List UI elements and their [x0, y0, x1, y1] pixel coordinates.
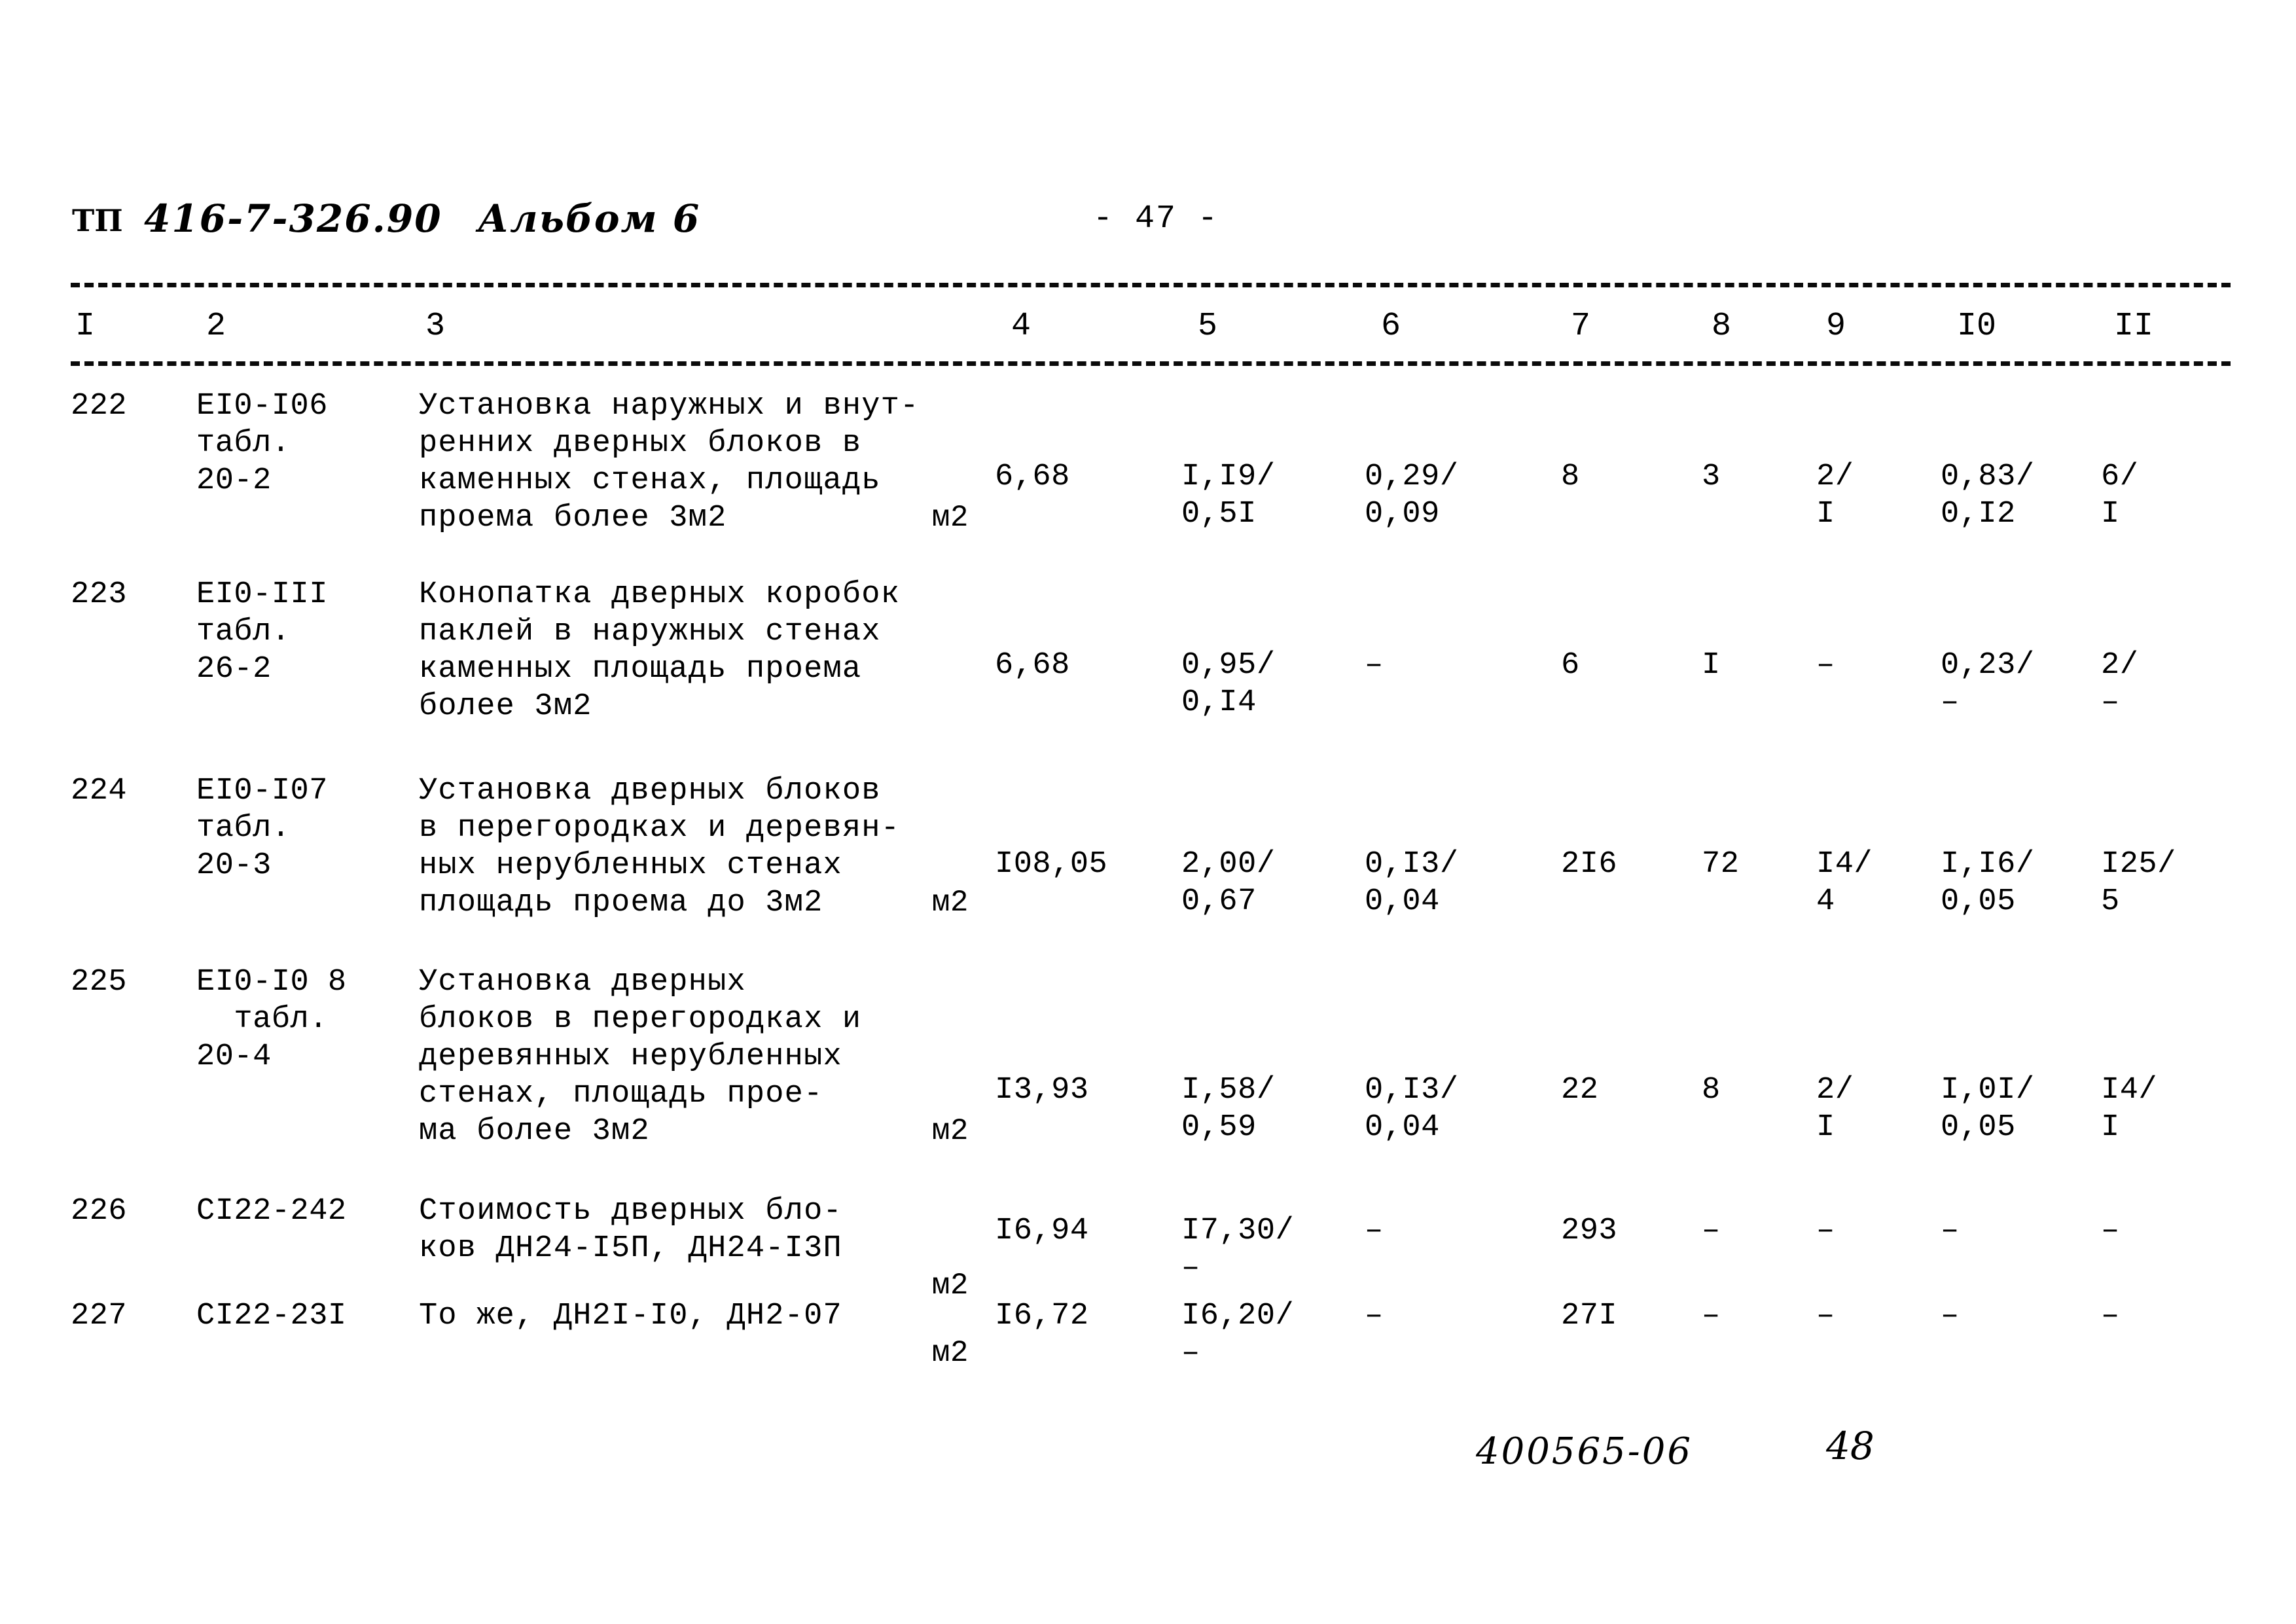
- row-value-col6: 0,I3/ 0,04: [1365, 847, 1459, 919]
- row-value-col8: –: [1702, 1214, 1721, 1248]
- row-value-col10: I,0I/ 0,05: [1941, 1073, 2035, 1145]
- row-value-col4: I3,93: [995, 1073, 1089, 1108]
- sheet-number-handwritten: 48: [1826, 1424, 1874, 1468]
- row-value-col8: –: [1702, 1299, 1721, 1333]
- archive-number-handwritten: 400565-06: [1476, 1430, 1693, 1473]
- album-label: Альбом 6: [478, 196, 701, 241]
- row-value-col6: –: [1365, 648, 1384, 683]
- row-position-number: 222: [71, 389, 128, 424]
- column-header-5: 5: [1198, 308, 1218, 345]
- row-value-col5: I6,20/ –: [1181, 1299, 1295, 1371]
- row-value-col9: –: [1816, 648, 1835, 683]
- row-value-col4: I08,05: [995, 847, 1108, 882]
- row-value-col5: I,58/ 0,59: [1181, 1073, 1276, 1145]
- row-value-col4: 6,68: [995, 648, 1070, 683]
- row-unit-of-measure: м2: [931, 1114, 969, 1148]
- row-position-number: 225: [71, 965, 128, 1000]
- page-number-marker: - 47 -: [1093, 200, 1219, 238]
- row-unit-of-measure: м2: [931, 886, 969, 920]
- table-column-header-row: I 2 3 4 5 6 7 8 9 I0 II: [0, 308, 2296, 353]
- row-norm-code: ЕI0-I06 табл. 20-2: [196, 389, 328, 498]
- row-value-col5: I7,30/ –: [1181, 1214, 1295, 1286]
- table-top-divider: [71, 283, 2231, 287]
- row-norm-code: ЕI0-I07 табл. 20-3: [196, 774, 328, 883]
- column-header-2: 2: [206, 308, 226, 345]
- row-value-col6: –: [1365, 1214, 1384, 1248]
- row-value-col5: 2,00/ 0,67: [1181, 847, 1276, 919]
- column-header-4: 4: [1011, 308, 1031, 345]
- row-norm-code: ЕI0-III табл. 26-2: [196, 577, 328, 687]
- column-header-7: 7: [1571, 308, 1591, 345]
- row-value-col5: 0,95/ 0,I4: [1181, 648, 1276, 720]
- row-norm-code: СI22-23I: [196, 1299, 347, 1333]
- row-value-col6: 0,I3/ 0,04: [1365, 1073, 1459, 1145]
- row-value-col6: –: [1365, 1299, 1384, 1333]
- row-value-col10: 0,23/ –: [1941, 648, 2035, 720]
- row-position-number: 227: [71, 1299, 128, 1333]
- row-value-col4: I6,72: [995, 1299, 1089, 1333]
- row-value-col10: I,I6/ 0,05: [1941, 847, 2035, 919]
- row-position-number: 224: [71, 774, 128, 808]
- row-unit-of-measure: м2: [931, 1336, 969, 1370]
- row-value-col6: 0,29/ 0,09: [1365, 460, 1459, 532]
- row-value-col9: 2/ I: [1816, 1073, 1854, 1145]
- row-value-col8: I: [1702, 648, 1721, 683]
- row-value-col4: I6,94: [995, 1214, 1089, 1248]
- row-value-col9: I4/ 4: [1816, 847, 1873, 919]
- document-code: 416-7-326.90: [144, 196, 442, 241]
- row-value-col8: 8: [1702, 1073, 1721, 1108]
- document-type-prefix: ТП: [72, 203, 123, 238]
- row-position-number: 226: [71, 1194, 128, 1229]
- row-description: Стоимость дверных бло- ков ДН24-I5П, ДН2…: [419, 1194, 842, 1266]
- row-value-col11: –: [2101, 1214, 2120, 1248]
- column-header-8: 8: [1712, 308, 1732, 345]
- row-value-col4: 6,68: [995, 460, 1070, 494]
- row-value-col8: 3: [1702, 460, 1721, 494]
- row-value-col8: 72: [1702, 847, 1740, 882]
- document-header: ТП 416-7-326.90 Альбом 6 - 47 -: [72, 196, 2232, 249]
- row-value-col7: 6: [1561, 648, 1580, 683]
- row-value-col10: –: [1941, 1299, 1960, 1333]
- column-header-9: 9: [1826, 308, 1846, 345]
- column-header-1: I: [75, 308, 96, 345]
- column-header-10: I0: [1957, 308, 1997, 345]
- row-norm-code: ЕI0-I0 8 табл. 20-4: [196, 965, 347, 1074]
- table-header-divider: [71, 361, 2231, 366]
- row-unit-of-measure: м2: [931, 501, 969, 535]
- row-value-col7: 2I6: [1561, 847, 1618, 882]
- column-header-3: 3: [425, 308, 446, 345]
- row-norm-code: СI22-242: [196, 1194, 347, 1229]
- row-value-col11: I4/ I: [2101, 1073, 2158, 1145]
- row-value-col10: –: [1941, 1214, 1960, 1248]
- column-header-11: II: [2114, 308, 2154, 345]
- row-value-col9: 2/ I: [1816, 460, 1854, 532]
- row-value-col9: –: [1816, 1299, 1835, 1333]
- row-position-number: 223: [71, 577, 128, 612]
- row-value-col5: I,I9/ 0,5I: [1181, 460, 1276, 532]
- column-header-6: 6: [1381, 308, 1401, 345]
- row-value-col7: 8: [1561, 460, 1580, 494]
- row-description: Конопатка дверных коробок паклей в наруж…: [419, 577, 901, 724]
- row-description: То же, ДН2I-I0, ДН2-07: [419, 1299, 842, 1333]
- row-value-col7: 22: [1561, 1073, 1599, 1108]
- row-value-col11: 6/ I: [2101, 460, 2139, 532]
- row-value-col7: 27I: [1561, 1299, 1618, 1333]
- row-value-col10: 0,83/ 0,I2: [1941, 460, 2035, 532]
- row-value-col11: I25/ 5: [2101, 847, 2176, 919]
- row-value-col9: –: [1816, 1214, 1835, 1248]
- row-value-col11: 2/ –: [2101, 648, 2139, 720]
- row-value-col7: 293: [1561, 1214, 1618, 1248]
- row-value-col11: –: [2101, 1299, 2120, 1333]
